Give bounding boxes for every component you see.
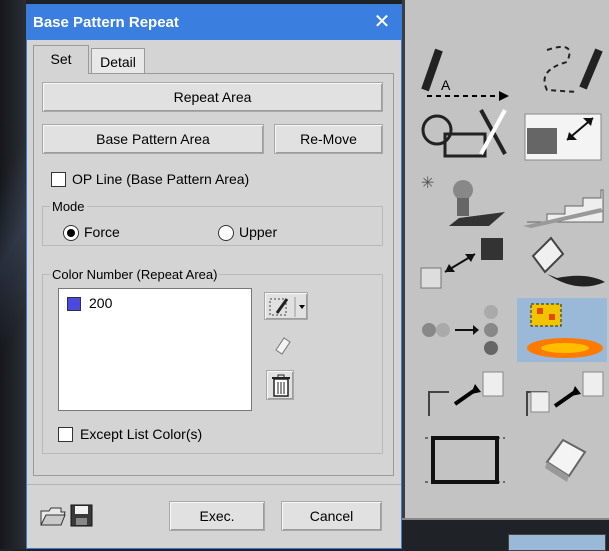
mode-force-radio[interactable] (63, 225, 79, 241)
tab-detail[interactable]: Detail (91, 48, 145, 74)
delete-button[interactable] (266, 370, 294, 400)
tab-detail-label: Detail (100, 54, 136, 70)
color-swatch (67, 297, 81, 311)
cancel-button[interactable]: Cancel (281, 501, 382, 531)
move-cube-icon (420, 238, 503, 289)
tool-frame[interactable] (419, 426, 509, 490)
tool-corner-copy[interactable] (517, 362, 607, 426)
tool-light-shadow[interactable]: ✳ (419, 168, 509, 232)
trash-icon (272, 374, 290, 397)
bottom-separator (27, 484, 401, 485)
tool-pour-paint[interactable] (517, 232, 607, 296)
color-number-list[interactable]: 200 (58, 288, 252, 411)
frame-icon (425, 436, 505, 484)
title-bar[interactable]: Base Pattern Repeat ✕ (27, 5, 401, 40)
tool-resize-box[interactable] (517, 104, 607, 168)
corner-copy-icon (526, 371, 604, 416)
base-pattern-repeat-dialog: Base Pattern Repeat ✕ Set Detail Repeat … (26, 4, 402, 549)
except-list-label: Except List Color(s) (80, 426, 203, 442)
tool-palette-bottom-strip (402, 518, 609, 551)
eraser-block-icon (545, 438, 587, 482)
op-line-label: OP Line (Base Pattern Area) (72, 171, 250, 187)
tool-eraser-block[interactable] (517, 426, 607, 490)
color-number-label: Color Number (Repeat Area) (50, 267, 220, 282)
tool-align-text[interactable]: A (419, 40, 509, 104)
tab-set[interactable]: Set (33, 45, 89, 74)
except-list-checkbox[interactable] (58, 427, 73, 442)
light-shadow-icon: ✳ (421, 173, 505, 226)
mode-label: Mode (50, 199, 87, 214)
close-icon[interactable]: ✕ (371, 11, 393, 33)
tool-palette: A ✳ (402, 0, 609, 549)
mode-upper-label: Upper (239, 224, 278, 240)
tool-distribute[interactable] (419, 298, 509, 362)
base-pattern-area-button[interactable]: Base Pattern Area (42, 124, 264, 154)
tab-set-label: Set (50, 51, 72, 67)
svg-text:✳: ✳ (421, 173, 434, 192)
exec-button[interactable]: Exec. (169, 501, 265, 531)
tool-base-pattern-repeat[interactable] (517, 298, 607, 362)
shapes-cross-icon (421, 109, 507, 158)
list-item[interactable]: 200 (67, 295, 237, 313)
pattern-repeat-icon (527, 303, 603, 358)
partial-tool-selected[interactable] (508, 534, 606, 551)
mode-force-label: Force (84, 224, 120, 240)
tool-corner-move[interactable] (419, 362, 509, 426)
dashed-path-pencil-icon (543, 46, 603, 93)
tool-move-cube[interactable] (419, 232, 509, 296)
re-move-button[interactable]: Re-Move (274, 124, 383, 154)
corner-arrow-icon (428, 371, 504, 416)
pencil-arrow-icon: A (421, 48, 509, 101)
floppy-disk-icon[interactable] (69, 503, 95, 529)
tool-stairs[interactable] (517, 168, 607, 232)
op-line-checkbox[interactable] (51, 172, 66, 187)
stairs-icon (523, 189, 604, 228)
set-tab-panel: Repeat Area Base Pattern Area Re-Move OP… (33, 73, 394, 476)
tool-trace-path[interactable] (517, 40, 607, 104)
color-number-value: 200 (89, 295, 113, 311)
tool-shape-cut[interactable] (419, 104, 509, 168)
eraser-icon[interactable] (270, 332, 294, 356)
edit-color-button[interactable] (264, 292, 308, 320)
open-folder-icon[interactable] (39, 503, 67, 529)
paint-bucket-icon (531, 236, 605, 287)
mode-upper-radio[interactable] (218, 225, 234, 241)
distribute-spheres-icon (422, 305, 498, 355)
svg-text:A: A (441, 77, 451, 93)
resize-box-icon (524, 113, 602, 161)
window-title: Base Pattern Repeat (33, 14, 179, 31)
repeat-area-button[interactable]: Repeat Area (42, 82, 383, 112)
background-left-edge (0, 0, 26, 549)
pencil-dropdown-icon (269, 297, 305, 317)
